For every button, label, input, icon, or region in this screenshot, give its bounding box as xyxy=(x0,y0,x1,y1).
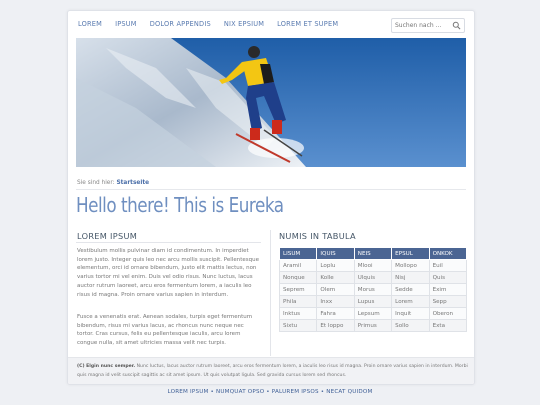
table-cell: Nisj xyxy=(391,271,430,284)
footer-link-palurem-ipsos[interactable]: PALUREM IPSOS xyxy=(272,389,319,395)
column-header: NEIS xyxy=(353,247,393,260)
table-cell: Exim xyxy=(428,283,468,296)
table-cell: Aramil xyxy=(278,259,318,272)
table-cell: Fahra xyxy=(316,307,355,320)
table-row: Nonque Kolle Ulquis Nisj Quis xyxy=(278,271,468,284)
nav-item-dolor-appendis[interactable]: DOLOR APPENDIS xyxy=(150,20,211,28)
table-cell: Kolle xyxy=(316,271,355,284)
table-cell: Seprem xyxy=(278,283,318,296)
table-cell: Et loppo xyxy=(316,319,355,332)
table-cell: Inquit xyxy=(391,307,430,320)
table-row: Inktus Fahra Lepsum Inquit Oberon xyxy=(278,307,468,320)
table-cell: Ulquis xyxy=(353,271,393,284)
table-cell: Olem xyxy=(316,283,355,296)
divider xyxy=(76,189,466,190)
column-header: LISUM xyxy=(278,247,318,260)
search-input[interactable] xyxy=(393,20,453,30)
nav-item-lorem-et-supem[interactable]: LOREM ET SUPEM xyxy=(277,20,338,28)
breadcrumb-link-startseite[interactable]: Startseite xyxy=(116,180,149,186)
column-header: EPSUL xyxy=(391,247,430,260)
table-cell: Lupus xyxy=(353,295,393,308)
table-row: Aramil Loplu Mlooi Mollopo Euil xyxy=(278,259,468,272)
nav-item-ipsum[interactable]: IPSUM xyxy=(115,20,137,28)
hero-image xyxy=(76,38,466,167)
table-cell: Mlooi xyxy=(353,259,393,272)
table-cell: Primus xyxy=(353,319,393,332)
nav-items: LOREM IPSUM DOLOR APPENDIS NIX EPSIUM LO… xyxy=(78,20,351,28)
table-cell: Sedde xyxy=(391,283,430,296)
nav-item-lorem[interactable]: LOREM xyxy=(78,20,102,28)
search-icon[interactable] xyxy=(452,21,461,30)
table-cell: Euil xyxy=(428,259,468,272)
main-navigation: LOREM IPSUM DOLOR APPENDIS NIX EPSIUM LO… xyxy=(68,11,474,38)
table-row: Phila Inxx Lupus Lorem Sepp xyxy=(278,295,468,308)
footer-links: LOREM IPSUM • NUMQUAT OPSO • PALUREM IPS… xyxy=(167,389,373,395)
table-row: Seprem Olem Morus Sedde Exim xyxy=(278,283,468,296)
table-cell: Phila xyxy=(278,295,318,308)
body-paragraph: Vestibulum mollis pulvinar diam id condi… xyxy=(77,248,259,298)
table-cell: Quis xyxy=(428,271,468,284)
table-cell: Oberon xyxy=(428,307,468,320)
table-cell: Exta xyxy=(428,319,468,332)
page-container: LOREM IPSUM DOLOR APPENDIS NIX EPSIUM LO… xyxy=(67,10,475,385)
table-cell: Morus xyxy=(353,283,393,296)
footer-link-necat-quidom[interactable]: NECAT QUIDOM xyxy=(326,389,372,395)
breadcrumb: Sie sind hier: Startseite xyxy=(77,180,149,186)
table-header-row: LISUM IQUIS NEIS EPSUL ONKOK xyxy=(278,247,468,260)
footer-link-numquat-opso[interactable]: NUMQUAT OPSO xyxy=(216,389,264,395)
table-cell: Sixtu xyxy=(278,319,318,332)
footer-bold: (C) Elgin nunc semper. xyxy=(77,364,136,369)
data-table: LISUM IQUIS NEIS EPSUL ONKOK Aramil Lopl… xyxy=(278,247,468,332)
table-heading: NUMIS IN TABULA xyxy=(279,231,356,241)
left-heading: LOREM IPSUM xyxy=(77,231,138,241)
nav-item-nix-epsium[interactable]: NIX EPSIUM xyxy=(224,20,264,28)
table-row: Sixtu Et loppo Primus Sollo Exta xyxy=(278,319,468,332)
page-title: Hello there! This is Eureka xyxy=(76,193,284,217)
table-cell: Lepsum xyxy=(353,307,393,320)
footer-body: Nunc luctus, lacus auctor rutrum laoreet… xyxy=(77,364,468,378)
column-divider xyxy=(270,230,271,356)
table-cell: Inktus xyxy=(278,307,318,320)
table-cell: Sepp xyxy=(428,295,468,308)
table-cell: Mollopo xyxy=(391,259,430,272)
column-header: IQUIS xyxy=(316,247,355,260)
table-cell: Lorem xyxy=(391,295,430,308)
divider xyxy=(76,242,261,243)
search-box xyxy=(391,18,465,33)
footer-text: (C) Elgin nunc semper. Nunc luctus, lacu… xyxy=(77,362,469,380)
table-cell: Inxx xyxy=(316,295,355,308)
footer-box: (C) Elgin nunc semper. Nunc luctus, lacu… xyxy=(68,357,474,384)
footer-link-lorem-ipsum[interactable]: LOREM IPSUM xyxy=(167,389,208,395)
body-paragraph: Fusce a venenatis erat. Aenean sodales, … xyxy=(77,314,253,347)
table-cell: Nonque xyxy=(278,271,318,284)
breadcrumb-prefix: Sie sind hier: xyxy=(77,180,115,186)
table-cell: Sollo xyxy=(391,319,430,332)
table-cell: Loplu xyxy=(316,259,355,272)
column-header: ONKOK xyxy=(428,247,468,260)
